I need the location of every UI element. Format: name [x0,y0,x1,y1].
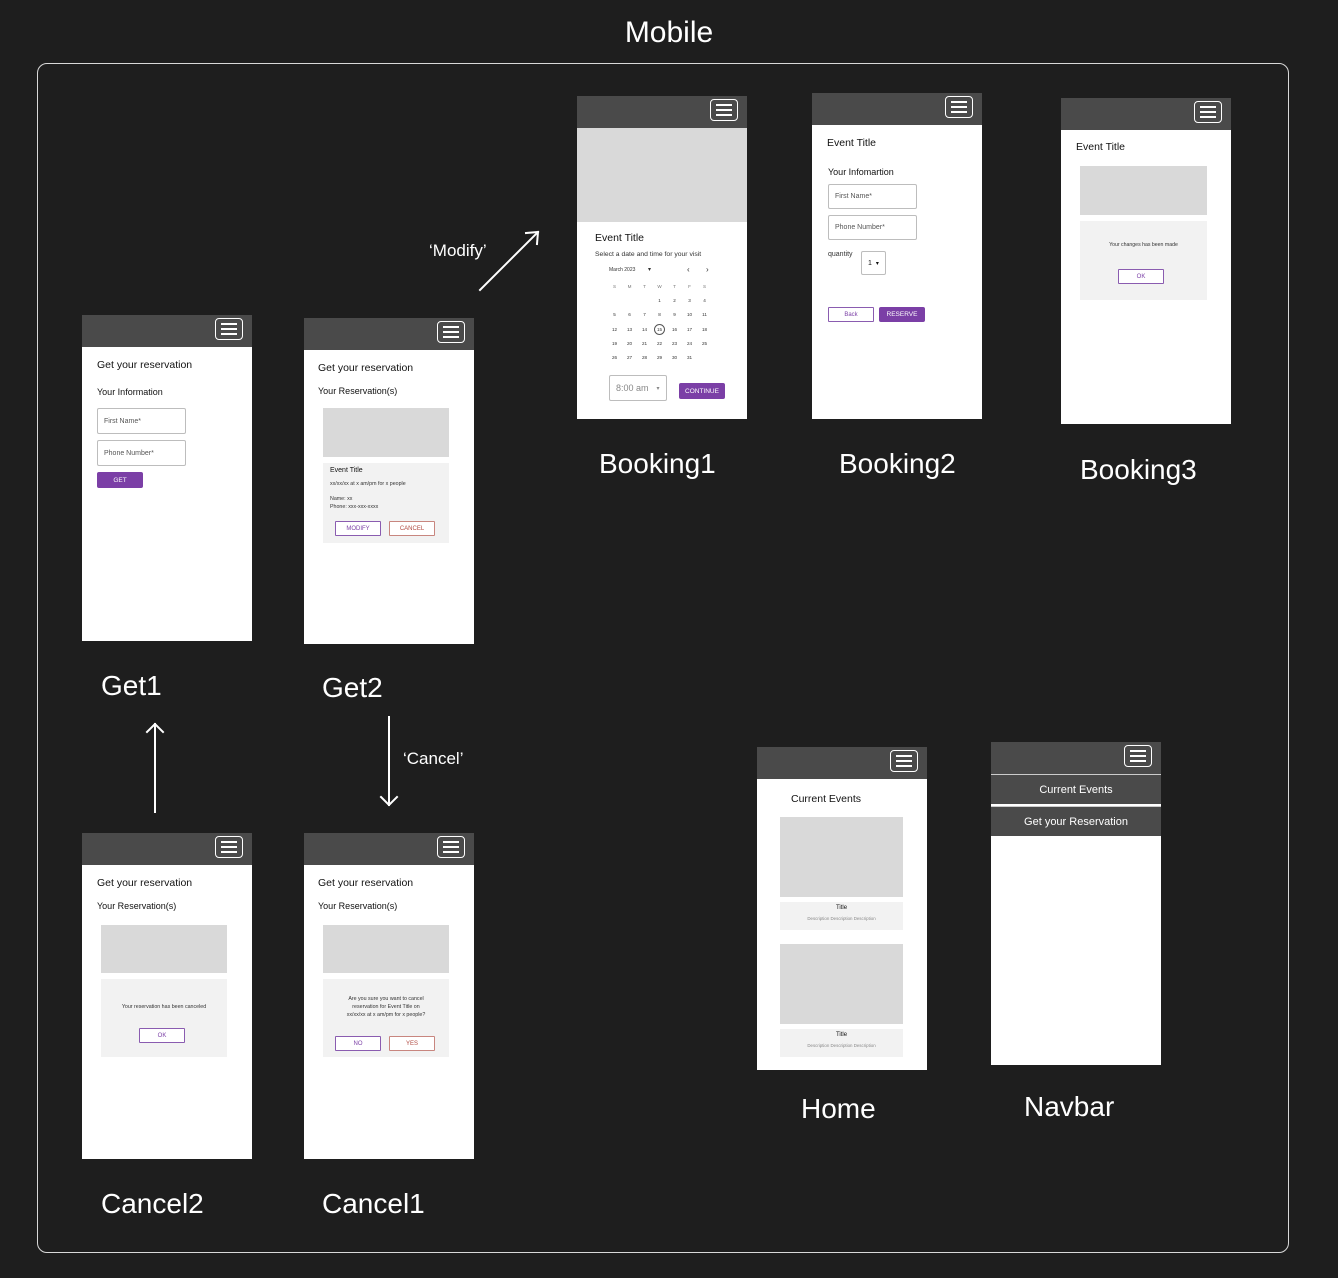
arrow-up [145,722,165,813]
arrow-modify [478,230,540,292]
arrow-cancel [379,716,399,807]
flow-arrows [145,230,540,813]
annotation-cancel: ‘Cancel’ [403,749,464,768]
annotation-modify: ‘Modify’ [429,241,487,260]
